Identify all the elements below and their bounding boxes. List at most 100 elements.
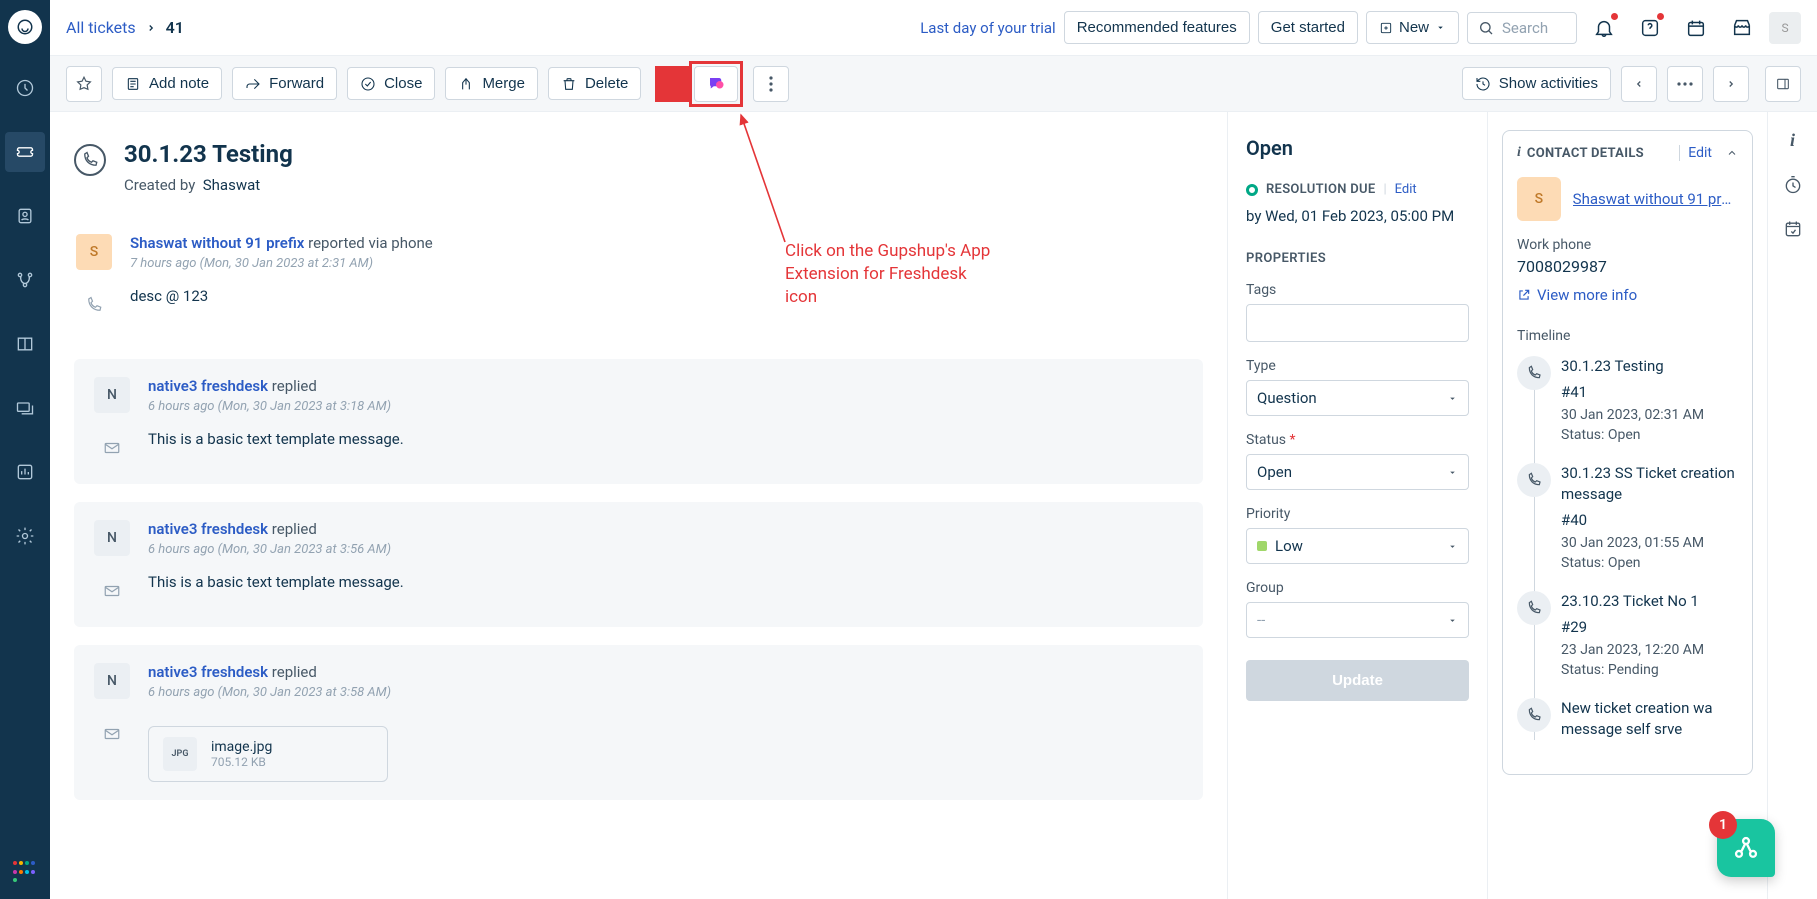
message-author[interactable]: Shaswat without 91 prefix [130,234,304,252]
message-timestamp: 6 hours ago (Mon, 30 Jan 2023 at 3:58 AM… [148,685,1183,700]
timeline-item[interactable]: 23.10.23 Ticket No 1 #29 23 Jan 2023, 12… [1561,591,1738,678]
get-started-button[interactable]: Get started [1258,11,1358,44]
nav-analytics[interactable] [5,452,45,492]
channel-icon [94,716,130,752]
message-author[interactable]: native3 freshdesk [148,377,268,395]
chevron-right-icon [1726,77,1736,91]
gupshup-extension-button[interactable] [694,66,738,102]
message-header: Shaswat without 91 prefix reported via p… [130,234,1183,252]
help-badge [1657,13,1664,20]
ellipsis-icon [1677,82,1693,86]
chevron-left-icon [1634,77,1644,91]
nav-app-launcher[interactable] [13,861,37,885]
nav-social[interactable] [5,260,45,300]
contact-edit-link[interactable]: Edit [1679,145,1712,161]
close-button[interactable]: Close [347,67,435,100]
add-note-button[interactable]: Add note [112,67,222,100]
ticket-status-heading: Open [1246,136,1469,160]
more-actions-button[interactable] [753,66,789,102]
next-ticket-button[interactable] [1713,66,1749,102]
message-avatar: S [76,234,112,270]
group-select[interactable]: -- [1246,602,1469,638]
brand-logo[interactable] [8,10,42,44]
nav-contacts[interactable] [5,196,45,236]
freshchat-widget[interactable]: 1 [1717,819,1775,877]
resolution-edit-link[interactable]: Edit [1395,182,1417,197]
message: N native3 freshdesk replied 6 hours ago … [74,359,1203,484]
nav-dashboard[interactable] [5,68,45,108]
forward-button[interactable]: Forward [232,67,337,100]
info-icon: i [1517,145,1521,161]
calendar-icon[interactable] [1677,9,1715,47]
ticket-nav-menu-button[interactable] [1667,66,1703,102]
notifications-icon[interactable] [1585,9,1623,47]
nav-admin[interactable] [5,516,45,556]
timeline-ticket-id: #40 [1561,511,1738,529]
search-input[interactable]: Search [1467,12,1577,44]
recommended-features-button[interactable]: Recommended features [1064,11,1250,44]
prev-ticket-button[interactable] [1621,66,1657,102]
update-button[interactable]: Update [1246,660,1469,701]
status-select[interactable]: Open [1246,454,1469,490]
priority-select[interactable]: Low [1246,528,1469,564]
check-circle-icon [360,76,376,92]
status-value: Open [1257,463,1292,481]
contact-avatar: S [1517,177,1561,221]
timeline-date: 30 Jan 2023, 02:31 AM [1561,407,1738,423]
contact-name-link[interactable]: Shaswat without 91 pre… [1573,190,1738,208]
message-body: desc @ 123 [130,287,1183,305]
delete-button[interactable]: Delete [548,67,641,100]
timeline-item[interactable]: 30.1.23 SS Ticket creation message #40 3… [1561,463,1738,571]
timeline-date: 23 Jan 2023, 12:20 AM [1561,642,1738,658]
priority-value: Low [1257,537,1303,555]
nav-tickets[interactable] [5,132,45,172]
attachment[interactable]: JPG image.jpg 705.12 KB [148,726,388,782]
breadcrumb-root-link[interactable]: All tickets [66,18,136,37]
work-phone-value: 7008029987 [1517,257,1738,276]
nav-rail [0,0,50,899]
message-body: This is a basic text template message. [148,573,1183,591]
todo-tab-icon[interactable] [1783,219,1803,239]
nav-forums[interactable] [5,388,45,428]
message-timestamp: 7 hours ago (Mon, 30 Jan 2023 at 2:31 AM… [130,256,1183,271]
info-tab-icon[interactable]: i [1790,130,1795,151]
marketplace-icon[interactable] [1723,9,1761,47]
expand-sidebar-button[interactable] [1765,66,1801,102]
attachment-size: 705.12 KB [211,755,272,769]
right-tool-rail: i [1767,112,1817,899]
timeline-item[interactable]: 30.1.23 Testing #41 30 Jan 2023, 02:31 A… [1561,356,1738,443]
breadcrumb: All tickets 41 [66,18,184,37]
help-icon[interactable] [1631,9,1669,47]
trial-notice-link[interactable]: Last day of your trial [920,19,1055,37]
plus-box-icon [1379,21,1393,35]
note-icon [125,76,141,92]
type-select[interactable]: Question [1246,380,1469,416]
message-via: reported via phone [308,234,433,252]
collapse-contact-button[interactable] [1726,147,1738,159]
view-more-info-link[interactable]: View more info [1517,286,1738,304]
ticket-actionbar: Add note Forward Close Merge Delete [50,56,1817,112]
message-author[interactable]: native3 freshdesk [148,520,268,538]
timeline-item[interactable]: New ticket creation wa message self srve [1561,698,1738,740]
delete-label: Delete [585,75,628,92]
contact-panel: i CONTACT DETAILS Edit S Shaswat without… [1487,112,1767,899]
phone-source-icon [74,144,106,176]
message-header: native3 freshdesk replied [148,377,1183,395]
star-button[interactable] [66,66,102,102]
resolution-due-date: by Wed, 01 Feb 2023, 05:00 PM [1246,207,1469,225]
new-button[interactable]: New [1366,11,1459,44]
tags-label: Tags [1246,282,1469,298]
show-activities-button[interactable]: Show activities [1462,67,1611,100]
nav-solutions[interactable] [5,324,45,364]
new-button-label: New [1399,19,1429,36]
profile-avatar[interactable]: S [1769,12,1801,44]
ticket-title: 30.1.23 Testing [124,140,293,168]
search-placeholder: Search [1502,19,1548,37]
message-author[interactable]: native3 freshdesk [148,663,268,681]
tags-input[interactable] [1246,304,1469,342]
timer-tab-icon[interactable] [1783,175,1803,195]
gupshup-icon [706,75,726,93]
type-label: Type [1246,358,1469,374]
merge-button[interactable]: Merge [445,67,538,100]
message: N native3 freshdesk replied 6 hours ago … [74,645,1203,800]
